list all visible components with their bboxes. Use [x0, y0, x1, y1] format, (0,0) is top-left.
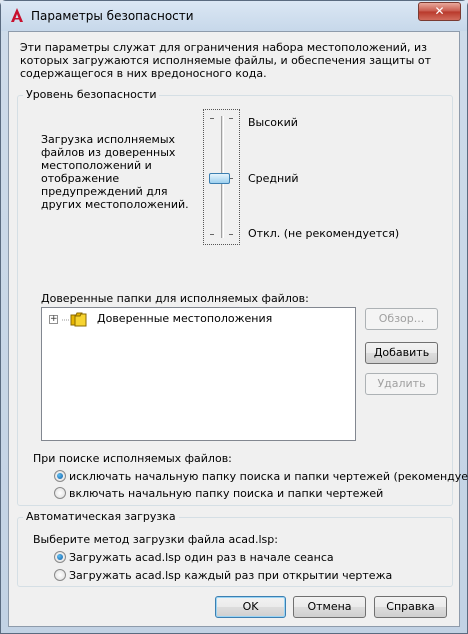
- level-label-high: Высокий: [248, 116, 298, 129]
- radio-button[interactable]: [54, 487, 66, 499]
- radio-label: Загружать acad.lsp каждый раз при открыт…: [69, 569, 393, 582]
- radio-button[interactable]: [54, 551, 66, 563]
- slider-tick: [210, 234, 214, 235]
- add-button[interactable]: Добавить: [365, 342, 438, 364]
- slider-tick: [229, 234, 233, 235]
- help-button[interactable]: Справка: [374, 596, 447, 618]
- radio-button[interactable]: [54, 470, 66, 482]
- ok-button[interactable]: OK: [215, 596, 286, 618]
- title-bar[interactable]: Параметры безопасности ✕: [1, 1, 467, 31]
- security-level-legend: Уровень безопасности: [23, 88, 160, 101]
- security-options-dialog: Параметры безопасности ✕ Эти параметры с…: [0, 0, 468, 634]
- browse-button[interactable]: Обзор...: [365, 308, 438, 330]
- level-label-off: Откл. (не рекомендуется): [248, 227, 400, 240]
- level-label-medium: Средний: [248, 172, 299, 185]
- radio-button[interactable]: [54, 569, 66, 581]
- security-level-description: Загрузка исполняемых файлов из доверенны…: [41, 133, 189, 211]
- autoload-label: Выберите метод загрузки файла acad.lsp:: [33, 533, 278, 546]
- plus-expand-icon[interactable]: +: [49, 315, 58, 324]
- dialog-body: Эти параметры служат для ограничения наб…: [8, 31, 468, 627]
- security-level-slider[interactable]: [203, 109, 240, 245]
- radio-label: Загружать acad.lsp один раз в начале сеа…: [69, 551, 334, 564]
- trusted-folders-tree[interactable]: + Доверенные местоположения: [41, 307, 356, 441]
- close-button[interactable]: ✕: [418, 2, 461, 21]
- folder-icon: [62, 312, 87, 327]
- intro-text: Эти параметры служат для ограничения наб…: [20, 41, 431, 80]
- search-label: При поиске исполняемых файлов:: [33, 452, 232, 465]
- tree-node-trusted-locations[interactable]: Доверенные местоположения: [97, 312, 272, 325]
- cancel-button[interactable]: Отмена: [293, 596, 366, 618]
- trusted-folders-label: Доверенные папки для исполняемых файлов:: [41, 292, 309, 305]
- radio-label: включать начальную папку поиска и папки …: [69, 487, 384, 500]
- radio-label: исключать начальную папку поиска и папки…: [69, 470, 468, 483]
- slider-tick: [210, 118, 214, 119]
- slider-thumb[interactable]: [209, 173, 230, 184]
- slider-tick: [229, 118, 233, 119]
- window-title: Параметры безопасности: [31, 9, 194, 23]
- close-icon: ✕: [434, 4, 445, 18]
- delete-button[interactable]: Удалить: [365, 373, 438, 395]
- autoload-legend: Автоматическая загрузка: [23, 510, 179, 523]
- autocad-logo-icon: [11, 8, 23, 22]
